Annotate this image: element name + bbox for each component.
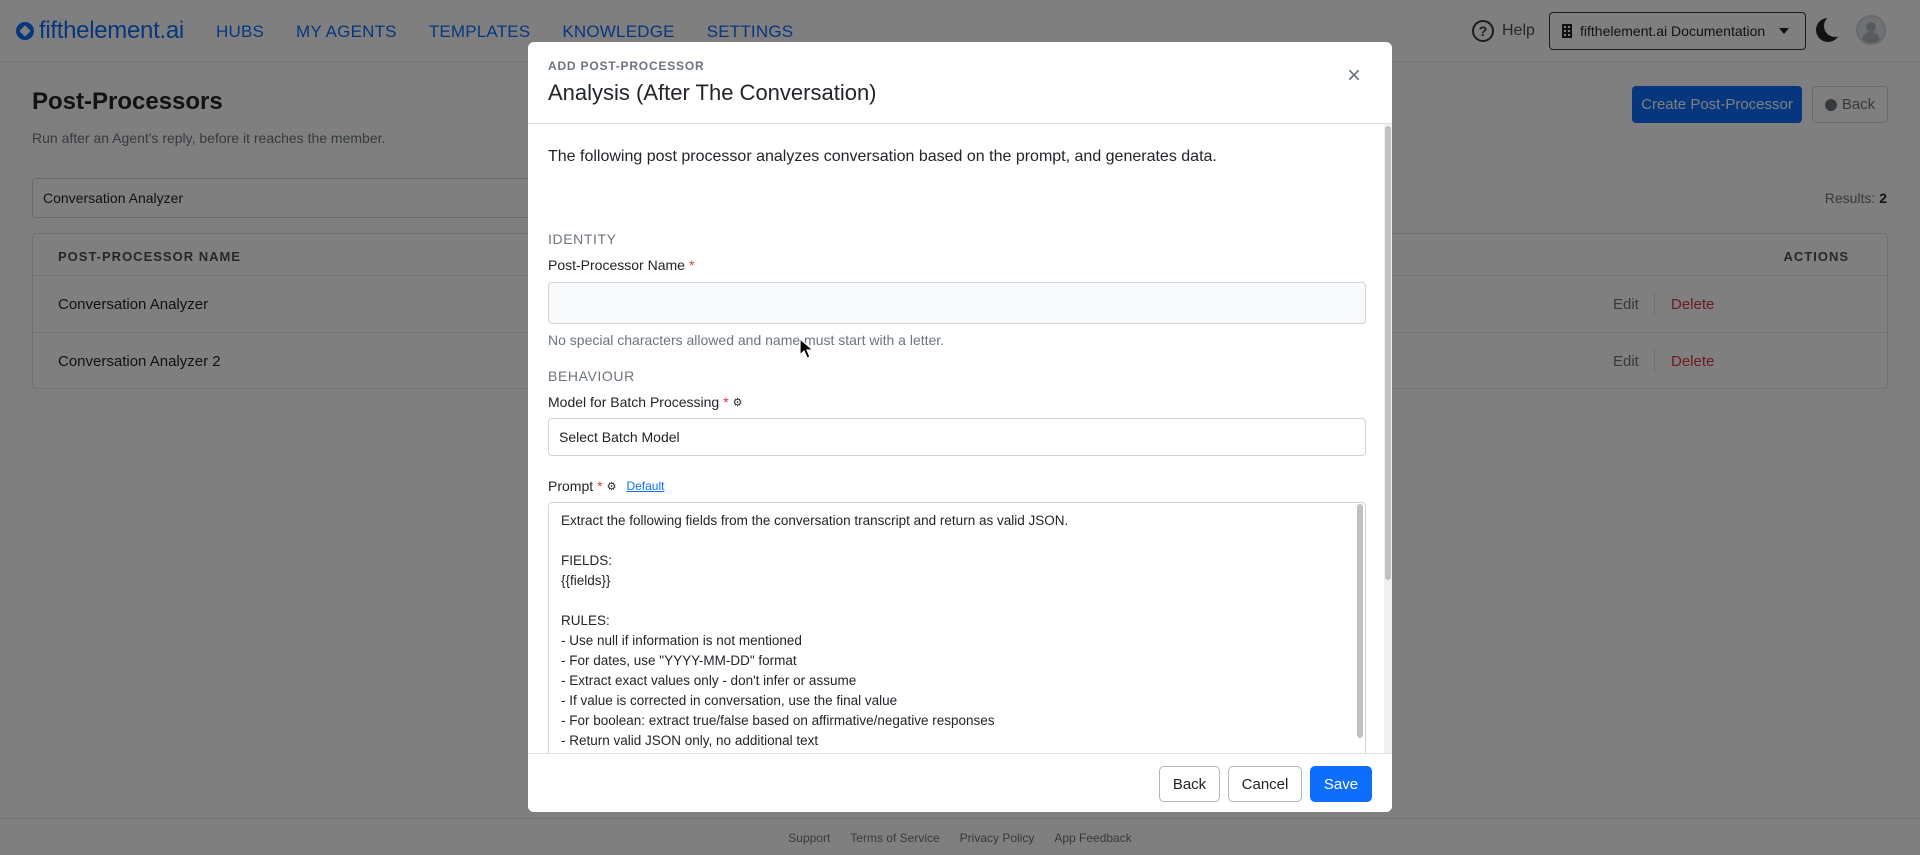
post-processor-name-input[interactable] bbox=[548, 282, 1366, 324]
default-prompt-link[interactable]: Default bbox=[626, 479, 664, 493]
name-help-text: No special characters allowed and name m… bbox=[548, 332, 945, 348]
modal-eyebrow: ADD POST-PROCESSOR bbox=[548, 59, 705, 73]
behaviour-heading: BEHAVIOUR bbox=[548, 368, 635, 384]
gear-icon[interactable]: ⚙ bbox=[607, 480, 617, 493]
model-label-text: Model for Batch Processing bbox=[548, 394, 720, 410]
modal-scrollbar[interactable] bbox=[1384, 124, 1392, 753]
cancel-button[interactable]: Cancel bbox=[1228, 766, 1302, 802]
prompt-label-text: Prompt bbox=[548, 478, 594, 494]
close-icon[interactable]: × bbox=[1343, 64, 1365, 88]
batch-model-select[interactable]: Select Batch Model bbox=[548, 418, 1366, 456]
name-label-text: Post-Processor Name bbox=[548, 257, 685, 273]
add-post-processor-modal: ADD POST-PROCESSOR Analysis (After The C… bbox=[528, 42, 1392, 812]
modal-footer: Back Cancel Save bbox=[528, 753, 1392, 812]
prompt-textarea[interactable]: Extract the following fields from the co… bbox=[548, 502, 1366, 753]
required-mark: * bbox=[723, 394, 729, 410]
textarea-scrollbar[interactable] bbox=[1357, 504, 1363, 738]
identity-heading: IDENTITY bbox=[548, 231, 617, 247]
gear-icon[interactable]: ⚙ bbox=[733, 396, 743, 409]
model-label: Model for Batch Processing * ⚙ bbox=[548, 394, 743, 410]
save-button[interactable]: Save bbox=[1310, 766, 1372, 802]
required-mark: * bbox=[688, 257, 695, 273]
modal-title: Analysis (After The Conversation) bbox=[548, 80, 877, 105]
scrollbar-thumb[interactable] bbox=[1385, 126, 1391, 580]
required-mark: * bbox=[597, 478, 603, 494]
modal-body: The following post processor analyzes co… bbox=[528, 124, 1384, 753]
back-button[interactable]: Back bbox=[1159, 766, 1220, 802]
name-label: Post-Processor Name * bbox=[548, 257, 694, 273]
modal-header: ADD POST-PROCESSOR Analysis (After The C… bbox=[528, 42, 1392, 124]
modal-intro: The following post processor analyzes co… bbox=[548, 148, 1217, 165]
prompt-label: Prompt * ⚙ Default bbox=[548, 478, 664, 494]
